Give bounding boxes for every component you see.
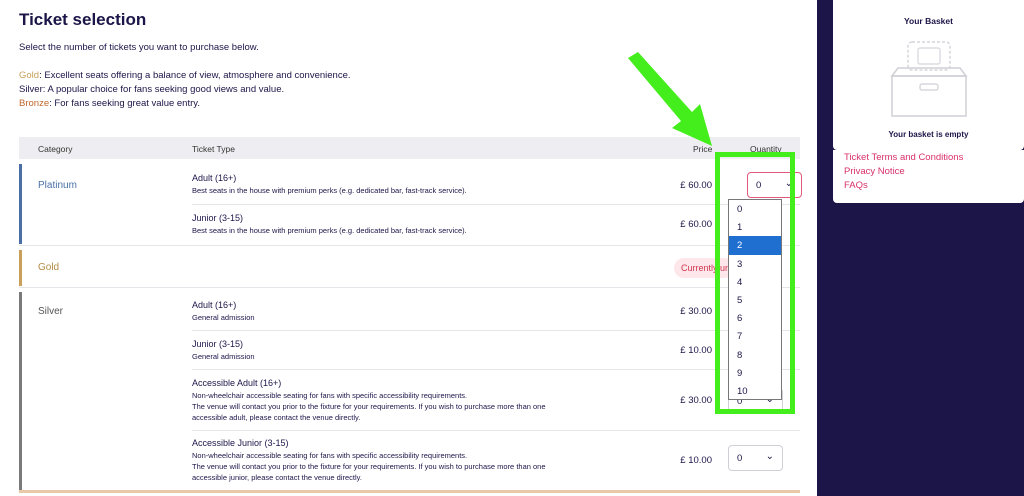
ticket-desc-line: The venue will contact you prior to the … bbox=[192, 402, 546, 411]
tier-descriptions: Gold: Excellent seats offering a balance… bbox=[19, 69, 351, 111]
ticket-desc: Best seats in the house with premium per… bbox=[192, 226, 467, 235]
info-links: Ticket Terms and Conditions Privacy Noti… bbox=[833, 150, 1024, 203]
basket-empty-text: Your basket is empty bbox=[888, 130, 969, 139]
category-name: Gold bbox=[38, 262, 60, 273]
tier-bronze-name: Bronze bbox=[19, 98, 50, 109]
category-divider bbox=[19, 245, 800, 246]
ticket-desc: General admission bbox=[192, 352, 255, 361]
tier-gold-desc: Excellent seats offering a balance of vi… bbox=[41, 70, 351, 81]
header-category: Category bbox=[38, 144, 73, 154]
table-header: Category Ticket Type Price Quantity bbox=[19, 137, 800, 159]
category-platinum: Platinum Adult (16+) Best seats in the h… bbox=[19, 164, 802, 244]
tier-bronze-desc: For fans seeking great value entry. bbox=[51, 98, 200, 109]
ticket-desc-line: accessible junior, please contact the ve… bbox=[192, 473, 362, 482]
category-silver: Silver Adult (16+) General admission £ 3… bbox=[19, 292, 800, 492]
table-row: Adult (16+) Best seats in the house with… bbox=[19, 164, 802, 204]
category-gold: Gold Currently unavailable bbox=[19, 250, 800, 286]
ticket-price: £ 60.00 bbox=[680, 180, 712, 191]
tier-silver-name: Silver bbox=[19, 84, 43, 95]
ticket-desc: Non-wheelchair accessible seating for fa… bbox=[192, 450, 622, 483]
ticket-name: Adult (16+) bbox=[192, 173, 237, 183]
ticket-desc: Best seats in the house with premium per… bbox=[192, 186, 467, 195]
ticket-price: £ 10.00 bbox=[680, 455, 712, 466]
ticket-selection-panel: Ticket selection Select the number of ti… bbox=[0, 0, 817, 496]
ticket-price: £ 60.00 bbox=[680, 219, 712, 230]
ticket-table: Category Ticket Type Price Quantity Plat… bbox=[19, 137, 802, 496]
ticket-desc-line: Non-wheelchair accessible seating for fa… bbox=[192, 451, 468, 460]
ticket-name: Junior (3-15) bbox=[192, 339, 244, 349]
faqs-link[interactable]: FAQs bbox=[844, 180, 868, 191]
chevron-down-icon: ⌄ bbox=[765, 451, 774, 462]
ticket-price: £ 30.00 bbox=[680, 395, 712, 406]
table-row: Accessible Junior (3-15) Non-wheelchair … bbox=[19, 431, 800, 492]
category-divider bbox=[19, 287, 800, 288]
annotation-highlight-box bbox=[715, 152, 795, 414]
table-row: Junior (3-15) Best seats in the house wi… bbox=[19, 205, 800, 244]
tier-gold-line: Gold: Excellent seats offering a balance… bbox=[19, 70, 351, 81]
header-price: Price bbox=[693, 144, 713, 154]
quantity-select[interactable]: 0 ⌄ bbox=[728, 445, 783, 471]
ticket-desc-line: accessible adult, please contact the ven… bbox=[192, 413, 361, 422]
ticket-name: Accessible Adult (16+) bbox=[192, 378, 282, 388]
table-row: Accessible Adult (16+) Non-wheelchair ac… bbox=[19, 370, 800, 430]
privacy-notice-link[interactable]: Privacy Notice bbox=[844, 166, 905, 177]
ticket-desc: General admission bbox=[192, 313, 255, 322]
table-row: Adult (16+) General admission £ 30.00 bbox=[19, 292, 800, 330]
quantity-value: 0 bbox=[737, 453, 743, 464]
basket-panel: Your Basket Your basket is empty bbox=[833, 0, 1024, 150]
ticket-desc-line: Non-wheelchair accessible seating for fa… bbox=[192, 391, 468, 400]
ticket-name: Adult (16+) bbox=[192, 300, 237, 310]
header-ticket-type: Ticket Type bbox=[192, 144, 235, 154]
ticket-price: £ 30.00 bbox=[680, 306, 712, 317]
ticket-terms-link[interactable]: Ticket Terms and Conditions bbox=[844, 152, 963, 163]
ticket-name: Accessible Junior (3-15) bbox=[192, 438, 289, 448]
tier-silver-line: Silver: A popular choice for fans seekin… bbox=[19, 84, 285, 95]
empty-basket-icon bbox=[890, 41, 968, 117]
intro-text: Select the number of tickets you want to… bbox=[19, 42, 259, 53]
page-title: Ticket selection bbox=[19, 10, 147, 29]
tier-silver-desc: A popular choice for fans seeking good v… bbox=[45, 84, 285, 95]
ticket-desc-line: The venue will contact you prior to the … bbox=[192, 462, 546, 471]
category-color-bar bbox=[19, 250, 22, 286]
tier-gold-name: Gold bbox=[19, 70, 40, 81]
tier-bronze-line: Bronze: For fans seeking great value ent… bbox=[19, 98, 200, 109]
ticket-price: £ 10.00 bbox=[680, 345, 712, 356]
ticket-name: Junior (3-15) bbox=[192, 213, 244, 223]
ticket-desc: Non-wheelchair accessible seating for fa… bbox=[192, 390, 622, 423]
basket-title: Your Basket bbox=[904, 16, 953, 26]
category-divider bbox=[19, 490, 800, 493]
table-row: Junior (3-15) General admission £ 10.00 bbox=[19, 331, 800, 369]
